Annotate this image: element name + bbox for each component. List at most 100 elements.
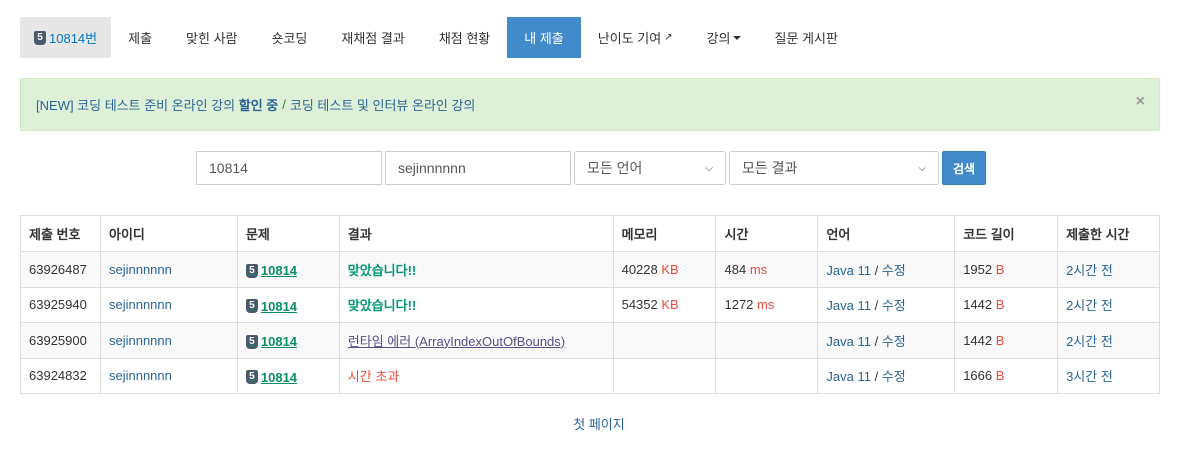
- submitted-time-link[interactable]: 2시간 전: [1066, 263, 1113, 278]
- tab-my-submissions[interactable]: 내 제출: [507, 17, 581, 58]
- problem-link[interactable]: 5 10814: [245, 369, 298, 385]
- problem-link[interactable]: 5 10814: [245, 298, 298, 314]
- col-header-problem: 문제: [236, 215, 340, 252]
- memory-value: 40228: [621, 261, 658, 277]
- language-link[interactable]: Java 11: [826, 298, 871, 313]
- submitted-time-link[interactable]: 3시간 전: [1066, 369, 1113, 384]
- result-accepted: 맞았습니다!!: [347, 262, 417, 278]
- code-length-cell: 1442 B: [954, 286, 1059, 323]
- user-id-input[interactable]: sejinnnnnn: [385, 151, 571, 185]
- col-header-language: 언어: [817, 215, 956, 252]
- user-link[interactable]: sejinnnnnn: [109, 368, 172, 383]
- tab-qna[interactable]: 질문 게시판: [758, 17, 855, 58]
- language-link[interactable]: Java 11: [826, 263, 871, 278]
- result-time-limit-exceeded: 시간 초과: [347, 369, 400, 385]
- language-link[interactable]: Java 11: [826, 369, 871, 384]
- table-row: 63925900 sejinnnnnn 5 10814 런타임 에러 (Array…: [20, 322, 1160, 359]
- search-button[interactable]: 검색: [942, 151, 986, 185]
- col-header-result: 결과: [338, 215, 614, 252]
- result-accepted: 맞았습니다!!: [347, 298, 417, 314]
- memory-cell: 40228 KB: [612, 251, 717, 288]
- problem-link[interactable]: 5 10814: [245, 263, 297, 278]
- separator: /: [874, 298, 879, 314]
- result-select-value: 모든 결과: [742, 160, 798, 176]
- language-cell: Java 11 / 수정: [817, 357, 956, 394]
- tab-problem-label: 10814번: [49, 31, 98, 46]
- language-cell: Java 11 / 수정: [817, 322, 956, 359]
- alert-link-interview-course[interactable]: 코딩 테스트 및 인터뷰 온라인 강의: [290, 95, 476, 114]
- problem-id: 10814: [260, 298, 298, 314]
- submitted-time-link[interactable]: 2시간 전: [1066, 298, 1113, 313]
- close-icon[interactable]: ×: [1136, 93, 1145, 111]
- alert-link-prep-course[interactable]: [NEW] 코딩 테스트 준비 온라인 강의 할인 중: [36, 95, 278, 114]
- caret-down-icon: [732, 35, 741, 40]
- problem-id-input[interactable]: 10814: [196, 151, 382, 185]
- user-link[interactable]: sejinnnnnn: [109, 333, 172, 348]
- memory-cell: [612, 322, 717, 359]
- external-link-icon: ↗: [664, 32, 673, 43]
- tab-difficulty[interactable]: 난이도 기여 ↗: [581, 17, 690, 58]
- col-header-time: 시간: [715, 215, 819, 252]
- table-row: 63924832 sejinnnnnn 5 10814 시간 초과 Java 11…: [20, 357, 1160, 394]
- separator: /: [874, 369, 879, 385]
- edit-link[interactable]: 수정: [882, 334, 906, 349]
- time-cell: [715, 322, 819, 359]
- chevron-down-icon: ⌵: [918, 162, 926, 174]
- col-header-user: 아이디: [99, 215, 238, 252]
- tab-problem[interactable]: 5 10814번: [20, 17, 112, 58]
- col-header-submission-id: 제출 번호: [20, 215, 101, 252]
- memory-cell: [612, 357, 717, 394]
- code-length-unit: B: [995, 261, 1005, 277]
- code-length-unit: B: [995, 332, 1005, 348]
- tier-badge-icon: 5: [245, 334, 258, 349]
- problem-link[interactable]: 5 10814: [245, 334, 298, 349]
- submission-id: 63925900: [20, 322, 101, 359]
- time-unit: ms: [749, 261, 768, 277]
- tier-badge-icon: 5: [245, 263, 258, 278]
- time-value: 1272: [724, 297, 754, 313]
- code-length-cell: 1442 B: [954, 322, 1059, 359]
- col-header-code-length: 코드 길이: [954, 215, 1059, 252]
- problem-id: 10814: [260, 334, 298, 349]
- language-link[interactable]: Java 11: [826, 334, 871, 349]
- tab-lecture-label: 강의: [706, 31, 731, 46]
- problem-id: 10814: [260, 369, 298, 385]
- code-length-value: 1666: [963, 368, 993, 384]
- edit-link[interactable]: 수정: [882, 263, 906, 278]
- code-length-value: 1442: [963, 297, 993, 313]
- promo-alert: [NEW] 코딩 테스트 준비 온라인 강의 할인 중 / 코딩 테스트 및 인…: [20, 78, 1160, 131]
- chevron-down-icon: ⌵: [705, 162, 713, 174]
- code-length-cell: 1952 B: [954, 251, 1059, 288]
- time-value: 484: [724, 261, 747, 277]
- result-runtime-error-link[interactable]: 런타임 에러 (ArrayIndexOutOfBounds): [348, 334, 565, 349]
- tab-lecture[interactable]: 강의: [690, 17, 758, 58]
- code-length-value: 1952: [963, 261, 993, 277]
- user-link[interactable]: sejinnnnnn: [109, 262, 172, 277]
- separator: /: [874, 333, 879, 349]
- user-link[interactable]: sejinnnnnn: [109, 297, 172, 312]
- tab-rejudge-result[interactable]: 재채점 결과: [324, 17, 421, 58]
- memory-unit: KB: [661, 261, 679, 277]
- first-page-link[interactable]: 첫 페이지: [573, 417, 624, 432]
- language-cell: Java 11 / 수정: [817, 251, 956, 288]
- result-select[interactable]: 모든 결과 ⌵: [729, 151, 939, 185]
- tab-difficulty-label: 난이도 기여: [597, 31, 662, 46]
- memory-cell: 54352 KB: [612, 286, 717, 323]
- submission-id: 63926487: [20, 251, 101, 288]
- language-select-value: 모든 언어: [587, 160, 643, 176]
- memory-unit: KB: [661, 297, 679, 313]
- tab-solvers[interactable]: 맞힌 사람: [169, 17, 254, 58]
- alert-link-text: [NEW] 코딩 테스트 준비 온라인 강의: [36, 98, 236, 113]
- submitted-time-link[interactable]: 2시간 전: [1066, 334, 1113, 349]
- table-row: 63926487 sejinnnnnn 5 10814 맞았습니다!! 40228…: [20, 251, 1160, 288]
- tab-shortcoding[interactable]: 숏코딩: [255, 17, 325, 58]
- tab-submit[interactable]: 제출: [111, 17, 169, 58]
- alert-link-bold: 할인 중: [238, 98, 279, 113]
- language-select[interactable]: 모든 언어 ⌵: [574, 151, 726, 185]
- edit-link[interactable]: 수정: [882, 369, 906, 384]
- col-header-memory: 메모리: [612, 215, 717, 252]
- separator: /: [874, 262, 879, 278]
- tab-judge-status[interactable]: 채점 현황: [422, 17, 507, 58]
- pagination: 첫 페이지: [0, 414, 1198, 433]
- edit-link[interactable]: 수정: [882, 298, 906, 313]
